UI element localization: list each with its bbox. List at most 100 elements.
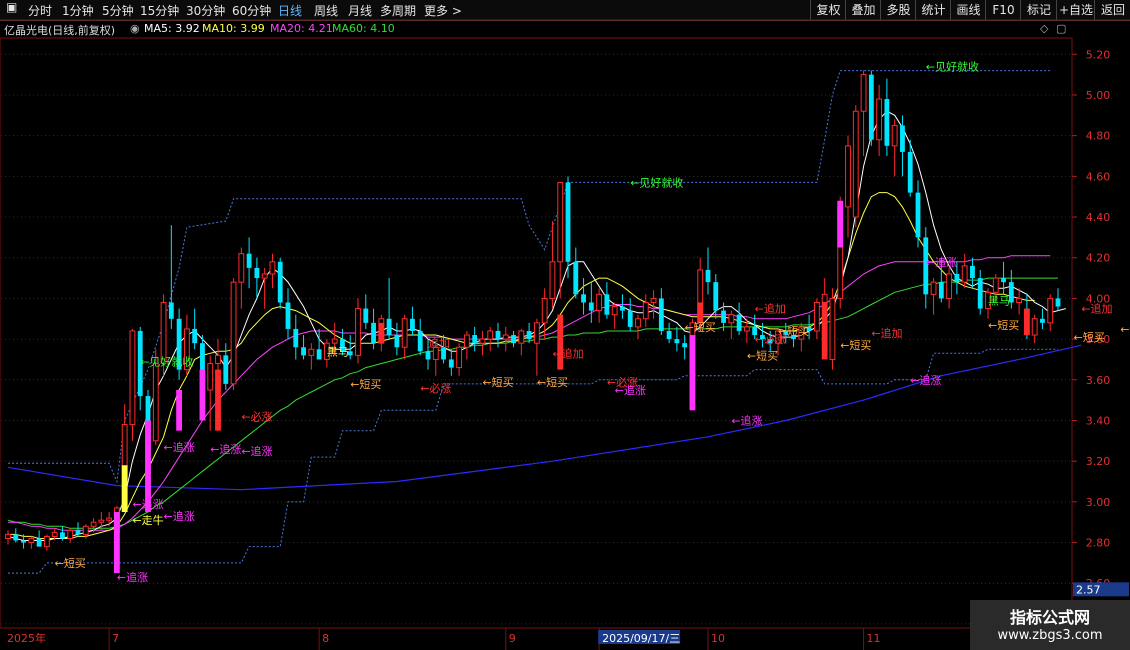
candle-body: [682, 343, 688, 348]
candle-body: [860, 74, 867, 112]
candle-body: [479, 338, 486, 344]
candle-body: [658, 298, 664, 331]
candle-body: [650, 297, 657, 303]
candle-body: [938, 282, 944, 299]
candle-body: [596, 293, 603, 312]
x-tick-label: 11: [867, 632, 881, 645]
candle-body: [1001, 278, 1006, 283]
candle-body: [829, 297, 836, 360]
x-tick-label: 10: [711, 632, 725, 645]
candle-body: [401, 318, 408, 348]
signal-label: ←追涨: [241, 444, 272, 458]
candle-body: [82, 525, 89, 535]
y-tick-label: 2.80: [1086, 537, 1111, 550]
signal-label: ←追涨: [210, 442, 241, 456]
candle-body: [588, 302, 594, 311]
candle-body: [635, 318, 641, 328]
candle-body: [721, 310, 726, 323]
signal-label: ←追加: [755, 302, 786, 316]
signal-label: ←短买: [1120, 322, 1130, 336]
signal-label: ←追涨: [910, 373, 941, 387]
signal-bar-magenta: [199, 369, 206, 421]
candle-body: [36, 538, 42, 547]
candle-body: [573, 261, 579, 295]
candle-body: [448, 359, 454, 368]
signal-label: ←见好就收: [926, 59, 979, 73]
candle-body: [1031, 318, 1038, 336]
y-tick-label: 5.00: [1086, 89, 1111, 102]
candle-body: [160, 301, 167, 365]
candlestick-chart[interactable]: 2.402.602.803.003.203.403.603.804.004.20…: [0, 0, 1130, 650]
candle-body: [954, 274, 960, 283]
candle-body: [425, 351, 431, 360]
candle-body: [277, 261, 283, 303]
candle-body: [254, 267, 260, 279]
candle-body: [821, 293, 828, 303]
candle-body: [736, 314, 742, 331]
candle-body: [915, 192, 921, 238]
candle-body: [51, 531, 58, 537]
candle-body: [533, 322, 540, 344]
candle-body: [1047, 297, 1054, 324]
candle-body: [565, 182, 571, 262]
candle-body: [900, 125, 905, 152]
candle-body: [604, 294, 610, 315]
signal-label: ←短买: [685, 320, 716, 334]
ma20-line: [8, 255, 1051, 531]
candle-body: [581, 294, 586, 303]
candle-body: [246, 253, 252, 268]
candle-body: [868, 74, 874, 140]
y-tick-label: 3.00: [1086, 496, 1111, 509]
candle-body: [1016, 297, 1023, 303]
candle-body: [946, 273, 953, 299]
candle-body: [223, 355, 229, 384]
candle-body: [977, 278, 983, 309]
candle-body: [743, 326, 750, 332]
signal-bar-red: [1023, 308, 1030, 336]
signal-label: ←短买: [537, 375, 568, 389]
signal-label: ←短买: [55, 556, 86, 570]
cursor-price-label: 2.57: [1076, 583, 1101, 596]
y-tick-label: 4.80: [1086, 130, 1111, 143]
candle-body: [884, 99, 890, 146]
candle-body: [308, 348, 315, 356]
signal-label: ←必涨: [241, 410, 272, 423]
candle-body: [207, 363, 214, 391]
signal-label: ←追涨: [164, 440, 195, 454]
candle-body: [285, 302, 291, 329]
candle-body: [642, 301, 649, 320]
candle-body: [674, 339, 680, 344]
candle-body: [549, 261, 556, 299]
signal-label: ←追加: [552, 346, 583, 360]
candle-body: [852, 110, 859, 218]
signal-label: ←见好就收: [630, 175, 683, 189]
signal-label: ←短买: [778, 324, 809, 338]
candle-body: [1055, 298, 1061, 307]
candle-body: [1040, 318, 1045, 323]
signal-label: ←追涨: [926, 255, 957, 269]
signal-label: ←追加: [1081, 302, 1112, 316]
signal-bar-magenta: [176, 389, 183, 431]
candle-body: [75, 530, 81, 535]
candle-body: [331, 338, 338, 344]
signal-label: 追加: [428, 336, 450, 350]
candle-body: [238, 253, 245, 283]
candle-body: [316, 349, 322, 360]
candle-body: [355, 308, 361, 356]
candle-body: [301, 347, 306, 356]
candle-body: [371, 322, 376, 344]
candle-body: [705, 269, 711, 283]
x-tick-label: 9: [509, 632, 516, 645]
candle-body: [472, 335, 478, 344]
candle-body: [666, 330, 672, 340]
signal-label: ←短买: [840, 338, 871, 352]
x-tick-label: 2025年: [7, 631, 46, 645]
signal-label: ←追加: [871, 326, 902, 340]
candle-body: [511, 335, 516, 344]
signal-bar-red: [697, 302, 704, 323]
candle-body: [876, 98, 883, 141]
candle-body: [28, 537, 35, 544]
signal-bar-red: [821, 302, 828, 360]
signal-bar-yellow: [121, 465, 128, 513]
signal-label: ←见好就收: [140, 354, 193, 368]
